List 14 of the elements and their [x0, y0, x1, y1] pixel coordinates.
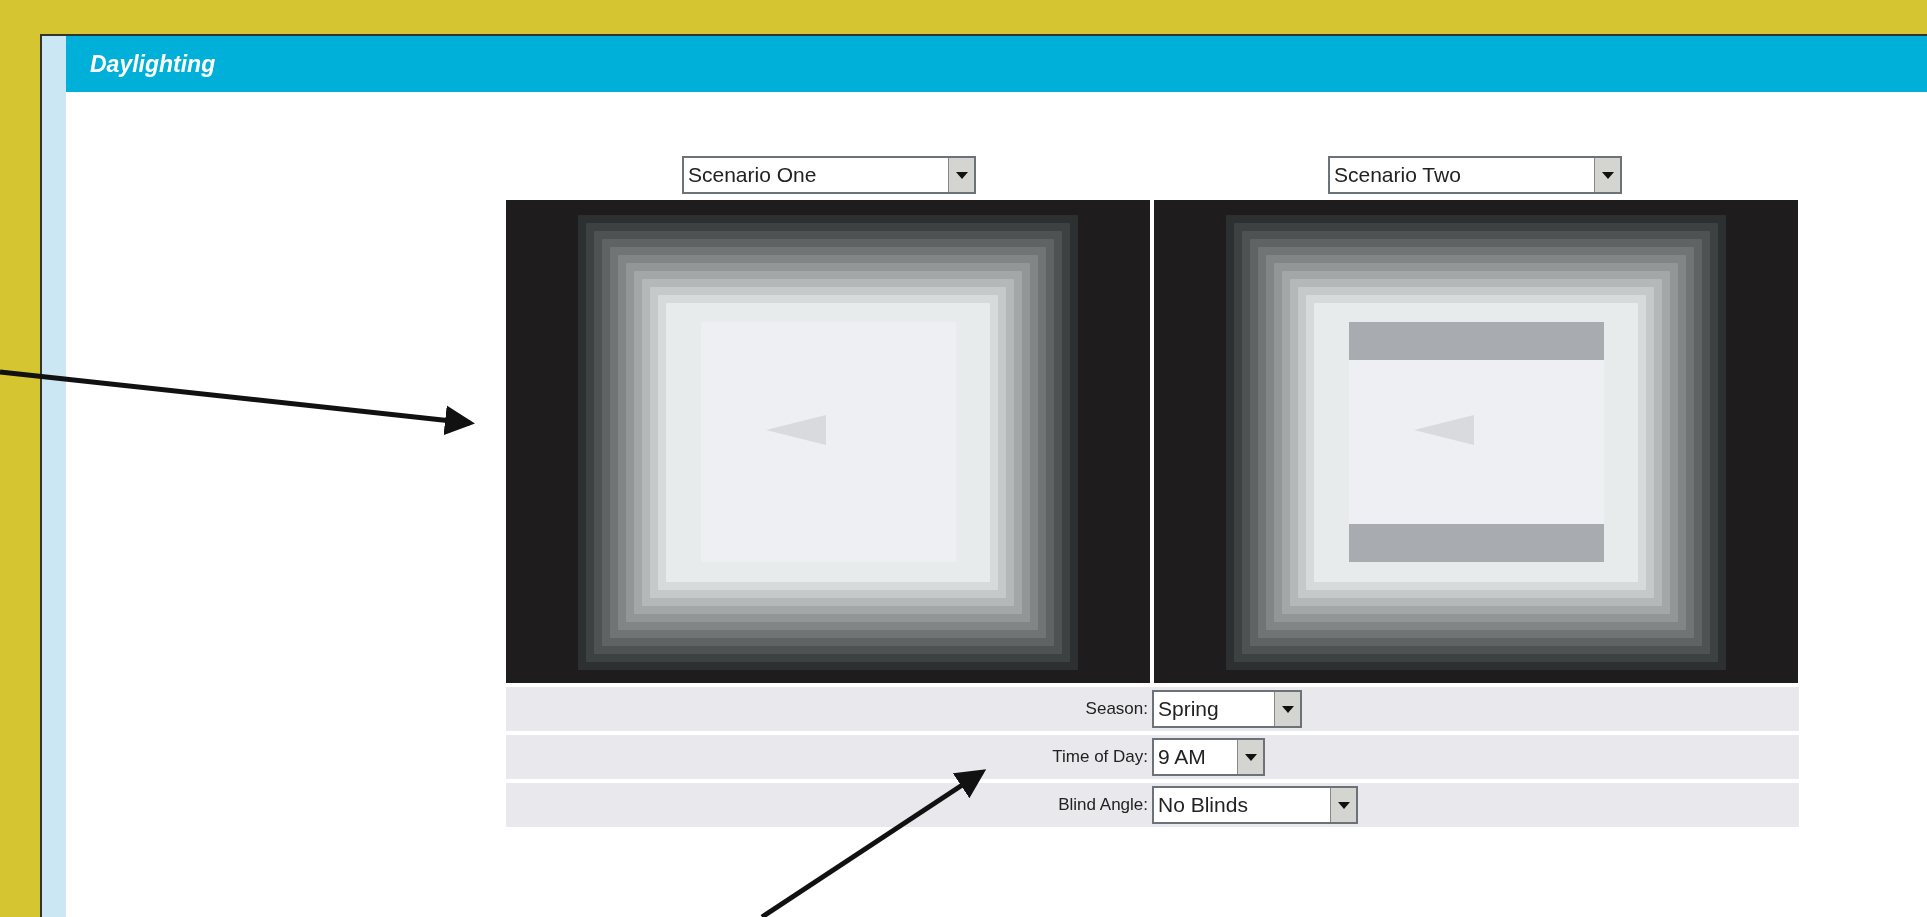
dropdown[interactable]: No Blinds — [1152, 786, 1358, 824]
header-title: Daylighting — [90, 49, 216, 79]
setting-label: Time of Day: — [1051, 746, 1149, 769]
caret-icon — [1330, 788, 1356, 822]
caret-icon — [1237, 740, 1263, 774]
dropdown[interactable]: 9 AM — [1152, 738, 1265, 776]
caret-icon — [1274, 692, 1300, 726]
caret-icon — [1594, 158, 1620, 192]
dropdown[interactable]: Scenario Two — [1328, 156, 1622, 194]
caret-icon — [948, 158, 974, 192]
dropdown[interactable]: Scenario One — [682, 156, 976, 194]
setting-label: Season: — [1084, 698, 1149, 721]
setting-label: Blind Angle: — [1057, 794, 1149, 817]
dropdown[interactable]: Spring — [1152, 690, 1302, 728]
